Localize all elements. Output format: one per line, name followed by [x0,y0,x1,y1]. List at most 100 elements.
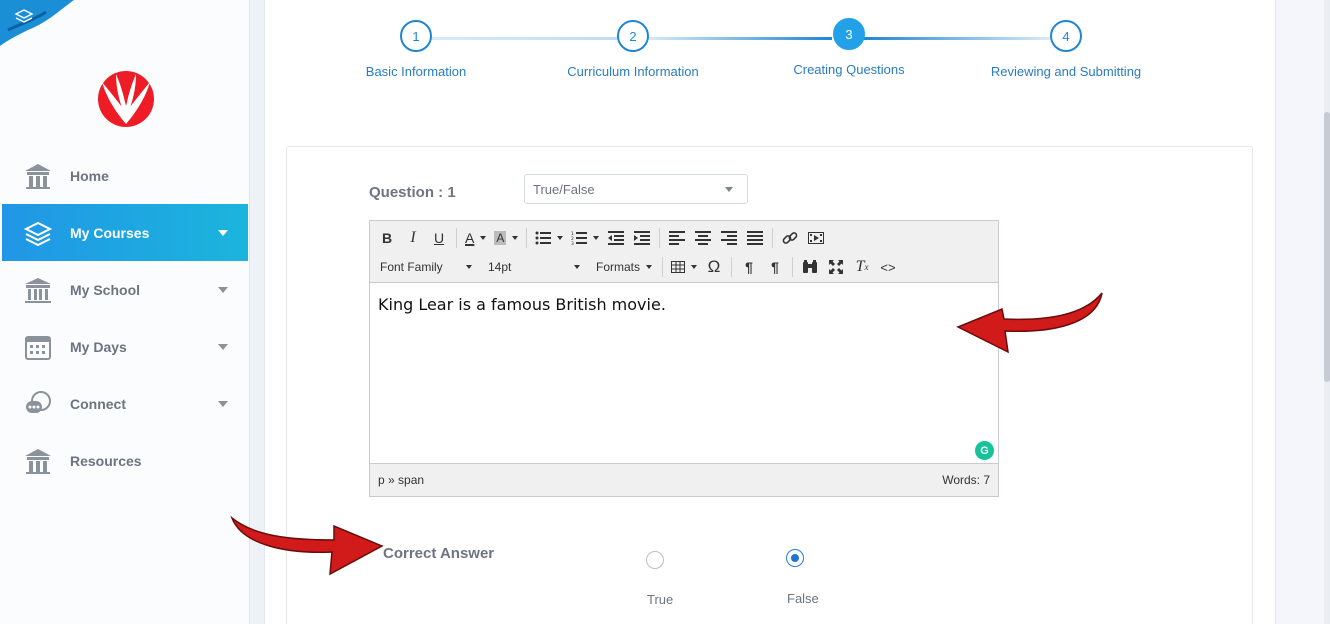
table-icon[interactable] [667,255,701,279]
fullscreen-icon[interactable] [823,255,849,279]
sidebar-item-label: My Days [70,338,127,355]
sidebar-item-home[interactable]: Home [2,147,248,204]
home-icon [22,160,54,192]
editor-content[interactable]: King Lear is a famous British movie. [370,283,998,463]
ltr-icon[interactable]: ¶ [736,255,762,279]
special-char-icon[interactable]: Ω [701,255,727,279]
link-icon[interactable] [777,226,803,250]
rich-text-editor: B I U A A 123 Font Family 14pt Formats Ω… [369,220,999,497]
media-icon[interactable] [803,226,829,250]
sidebar-item-label: Home [70,167,109,184]
formats-select[interactable]: Formats [590,255,658,279]
rtl-icon[interactable]: ¶ [762,255,788,279]
underline-icon[interactable]: U [426,226,452,250]
source-code-icon[interactable]: <> [875,255,901,279]
find-replace-icon[interactable] [797,255,823,279]
step-label: Basic Information [365,64,467,79]
right-gutter [1276,0,1330,624]
question-type-select[interactable]: True/False [524,174,748,204]
toolbar-divider [659,228,661,248]
toolbar-divider [731,257,733,277]
step-label: Reviewing and Submitting [990,64,1142,79]
sidebar-item-my-courses[interactable]: My Courses [2,204,248,261]
radio-false-label[interactable]: False [787,591,819,606]
correct-answer-label: Correct Answer [383,545,495,562]
chevron-down-icon[interactable] [218,343,228,350]
toolbar-divider [662,257,664,277]
sidebar-item-label: Connect [70,395,126,412]
editor-text: King Lear is a famous British movie. [378,295,666,314]
library-icon [22,445,54,477]
sidebar-item-label: Resources [70,452,142,469]
justify-icon[interactable] [742,226,768,250]
corner-badge-icon[interactable] [0,0,74,46]
school-icon [22,274,54,306]
align-left-icon[interactable] [664,226,690,250]
question-type-value: True/False [533,182,595,197]
formats-value: Formats [596,260,641,274]
radio-true-label[interactable]: True [647,592,673,607]
chevron-down-icon[interactable] [218,400,228,407]
font-size-select[interactable]: 14pt [482,255,586,279]
toolbar-divider [792,257,794,277]
toolbar-divider [456,228,457,248]
indent-icon[interactable] [629,226,655,250]
toolbar-divider [772,228,774,248]
editor-toolbar: B I U A A 123 Font Family 14pt Formats Ω… [370,221,998,283]
font-family-select[interactable]: Font Family [374,255,478,279]
step-curriculum-information[interactable]: 2 Curriculum Information [533,20,733,79]
step-basic-information[interactable]: 1 Basic Information [316,20,516,79]
stack-icon [22,217,54,249]
font-family-value: Font Family [380,260,443,274]
chat-icon [22,388,54,420]
element-path[interactable]: p » span [378,473,424,487]
toolbar-row: Font Family 14pt Formats Ω ¶ ¶ Tx <> [370,253,901,281]
svg-text:3: 3 [571,241,574,245]
numbered-list-icon[interactable]: 123 [567,226,603,250]
step-creating-questions[interactable]: 3 Creating Questions [749,18,949,77]
chevron-down-icon[interactable] [218,229,228,236]
align-right-icon[interactable] [716,226,742,250]
scrollbar[interactable] [1324,0,1330,624]
radio-true[interactable] [646,551,664,569]
sidebar-item-my-days[interactable]: My Days [2,318,248,375]
italic-icon[interactable]: I [400,226,426,250]
sidebar-item-label: My School [70,281,141,298]
layout-gap [250,0,264,624]
calendar-icon [22,331,54,363]
font-size-value: 14pt [488,260,512,274]
text-color-icon[interactable]: A [461,226,490,250]
chevron-down-icon[interactable] [218,286,228,293]
sidebar-item-resources[interactable]: Resources [2,432,248,489]
chevron-down-icon [574,265,580,269]
outdent-icon[interactable] [603,226,629,250]
step-number: 3 [833,18,865,50]
question-label: Question : 1 [369,184,456,201]
school-logo [98,71,154,127]
sidebar-nav: Home My Courses My School My Days Connec… [2,147,248,489]
sidebar-item-connect[interactable]: Connect [2,375,248,432]
align-center-icon[interactable] [690,226,716,250]
step-number: 2 [617,20,649,52]
chevron-down-icon [466,265,472,269]
sidebar-item-my-school[interactable]: My School [2,261,248,318]
editor-statusbar: p » span Words: 7 [370,463,998,496]
radio-false[interactable] [786,549,804,567]
bold-icon[interactable]: B [374,226,400,250]
sidebar-item-label: My Courses [70,224,150,241]
grammarly-icon[interactable]: G [975,441,994,460]
toolbar-row: B I U A A 123 [370,224,829,252]
step-number: 1 [400,20,432,52]
word-count: Words: 7 [942,473,990,487]
background-color-icon[interactable]: A [490,226,522,250]
bullet-list-icon[interactable] [531,226,567,250]
step-label: Creating Questions [793,62,905,77]
clear-format-icon[interactable]: Tx [849,255,875,279]
chevron-down-icon [725,187,733,192]
chevron-down-icon [646,265,653,269]
toolbar-divider [526,228,528,248]
sidebar: Home My Courses My School My Days Connec… [0,0,250,624]
progress-stepper: 1 Basic Information 2 Curriculum Informa… [264,0,1276,100]
step-reviewing-and-submitting[interactable]: 4 Reviewing and Submitting [966,20,1166,79]
scrollbar-thumb[interactable] [1324,112,1330,382]
